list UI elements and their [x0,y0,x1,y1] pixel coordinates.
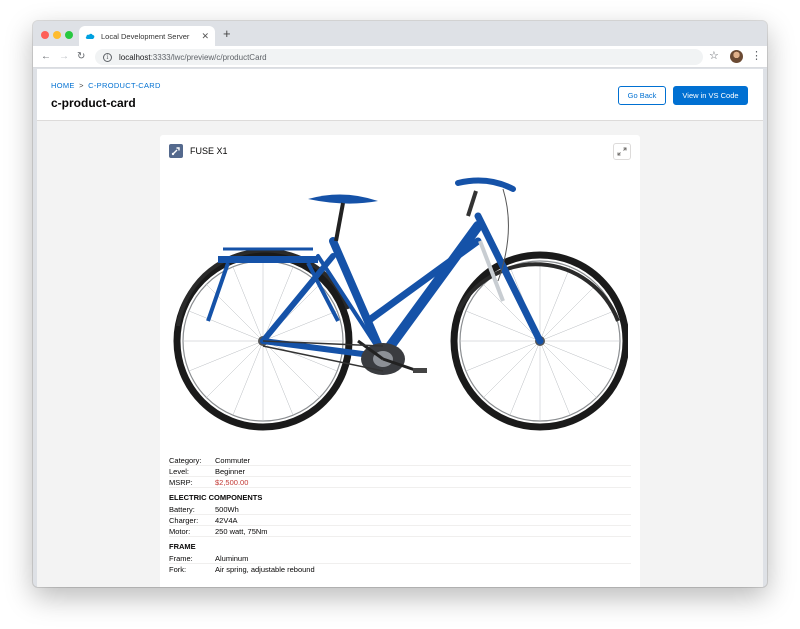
expand-icon [617,147,627,156]
url-host: localhost [119,52,151,62]
browser-window: Local Development Server ✕ + ← → ↻ i loc… [33,21,767,587]
browser-toolbar: ← → ↻ i localhost:3333/lwc/preview/c/pro… [33,46,767,68]
detail-row-motor: Motor: 250 watt, 75Nm [169,526,631,537]
tab-close-icon[interactable]: ✕ [201,31,209,41]
breadcrumb: HOME > C-PRODUCT-CARD [51,81,161,90]
detail-row-fork: Fork: Air spring, adjustable rebound [169,564,631,575]
url-path: :3333/lwc/preview/c/productCard [150,52,267,62]
tab-strip: Local Development Server ✕ + [33,21,767,46]
browser-menu-icon[interactable]: ⋮ [751,49,762,63]
breadcrumb-current-link[interactable]: C-PRODUCT-CARD [88,81,161,90]
detail-label: MSRP: [169,478,193,487]
go-back-button[interactable]: Go Back [618,86,666,105]
detail-value: Beginner [215,467,246,476]
product-name: FUSE X1 [190,146,228,156]
back-arrow-icon[interactable]: ← [41,50,51,64]
breadcrumb-separator: > [79,81,84,90]
detail-label: Charger: [169,516,199,525]
reload-icon[interactable]: ↻ [77,50,85,64]
detail-value: 250 watt, 75Nm [215,527,268,536]
detail-value: Aluminum [215,554,249,563]
detail-row-charger: Charger: 42V4A [169,515,631,526]
new-tab-button[interactable]: + [223,27,231,40]
maximize-window-button[interactable] [65,31,73,39]
tab-title: Local Development Server [101,31,190,41]
bookmark-star-icon[interactable]: ☆ [709,49,719,62]
section-heading-electric: ELECTRIC COMPONENTS [169,493,263,502]
salesforce-cloud-icon [85,33,95,39]
detail-value: Commuter [215,456,251,465]
detail-row-msrp: MSRP: $2,500.00 [169,477,631,488]
minimize-window-button[interactable] [53,31,61,39]
product-card: FUSE X1 Category: Commuter Level: Beginn… [160,135,640,587]
page-viewport: HOME > C-PRODUCT-CARD c-product-card Go … [37,69,763,587]
breadcrumb-home-link[interactable]: HOME [51,81,75,90]
product-icon [169,144,183,158]
detail-label: Category: [169,456,202,465]
detail-label: Motor: [169,527,191,536]
detail-value: 500Wh [215,505,239,514]
detail-row-category: Category: Commuter [169,455,631,466]
site-info-icon[interactable]: i [103,52,112,62]
browser-tab[interactable]: Local Development Server ✕ [79,26,215,46]
detail-value: Air spring, adjustable rebound [215,565,315,574]
view-in-vscode-button[interactable]: View in VS Code [673,86,748,105]
detail-label: Level: [169,467,190,476]
card-header: FUSE X1 [169,143,631,161]
detail-label: Fork: [169,565,187,574]
product-details: Category: Commuter Level: Beginner MSRP:… [169,455,631,575]
expand-button[interactable] [613,143,631,160]
profile-avatar[interactable] [730,50,743,63]
page-header: HOME > C-PRODUCT-CARD c-product-card Go … [37,69,763,121]
detail-label: Frame: [169,554,193,563]
bike-image [173,177,628,431]
address-bar[interactable]: i localhost:3333/lwc/preview/c/productCa… [95,49,703,65]
page-title: c-product-card [51,96,136,110]
close-window-button[interactable] [41,31,49,39]
detail-row-frame: Frame: Aluminum [169,553,631,564]
msrp-price: $2,500.00 [215,478,249,487]
detail-row-battery: Battery: 500Wh [169,504,631,515]
detail-value: 42V4A [215,516,238,525]
detail-row-level: Level: Beginner [169,466,631,477]
section-heading-frame: FRAME [169,542,196,551]
forward-arrow-icon[interactable]: → [59,50,69,64]
detail-label: Battery: [169,505,195,514]
